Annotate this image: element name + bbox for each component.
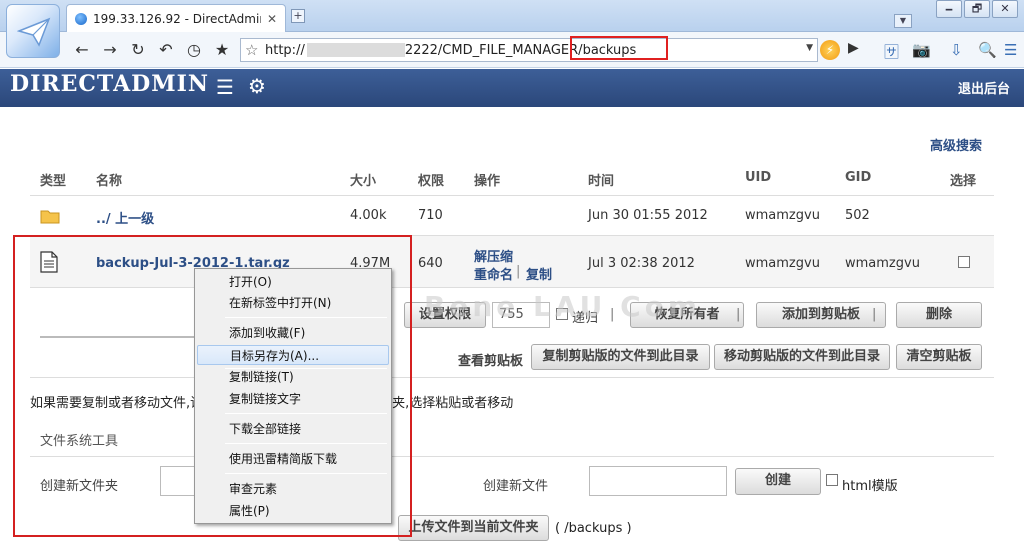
- action-separator: |: [736, 307, 741, 322]
- move-clipboard-here-button[interactable]: 移动剪贴版的文件到此目录: [714, 344, 890, 370]
- row-uid: wmamzgvu: [745, 208, 820, 223]
- lightning-icon[interactable]: ⚡: [820, 40, 840, 60]
- select-checkbox[interactable]: [958, 256, 970, 268]
- undo-icon[interactable]: ↶: [156, 40, 176, 60]
- row-gid: 502: [845, 208, 870, 223]
- row-size: 4.00k: [350, 208, 387, 223]
- directadmin-logo[interactable]: DIRECTADMIN: [10, 71, 209, 97]
- directadmin-header: DIRECTADMIN ☰ ⚙ 退出后台: [0, 69, 1024, 107]
- copy-clipboard-here-button[interactable]: 复制剪贴版的文件到此目录: [531, 344, 710, 370]
- col-actions: 操作: [474, 174, 501, 189]
- favorites-star-icon[interactable]: ★: [212, 40, 232, 60]
- forward-arrow-icon[interactable]: →: [100, 40, 120, 60]
- address-dropdown-icon[interactable]: ▼: [806, 43, 813, 53]
- browser-titlebar: 199.33.126.92 - DirectAdmin v... ✕ + ▼ 🗕…: [0, 0, 1024, 32]
- row-time: Jun 30 01:55 2012: [588, 208, 708, 223]
- restore-button[interactable]: 🗗: [964, 0, 990, 18]
- ctx-separator: [225, 317, 387, 318]
- translate-icon[interactable]: 🈂: [884, 41, 899, 62]
- address-redacted-host: [306, 43, 405, 57]
- refresh-icon[interactable]: ↻: [128, 40, 148, 60]
- rename-link[interactable]: 重命名: [474, 264, 513, 283]
- ctx-copy-link[interactable]: 复制链接(T): [197, 367, 389, 387]
- copy-link[interactable]: 复制: [526, 264, 552, 283]
- logout-link[interactable]: 退出后台: [958, 78, 1010, 97]
- ctx-save-target-as[interactable]: 目标另存为(A)...: [197, 345, 389, 365]
- browser-tab[interactable]: 199.33.126.92 - DirectAdmin v... ✕: [66, 4, 286, 32]
- menu-icon[interactable]: ☰: [1004, 41, 1017, 59]
- col-type: 类型: [40, 174, 67, 189]
- back-arrow-icon[interactable]: ←: [72, 40, 92, 60]
- watermark: Bene LAU Com: [424, 290, 702, 323]
- html-template-checkbox[interactable]: [826, 474, 838, 486]
- paper-plane-icon: [17, 17, 51, 47]
- file-table-header: 类型 名称 大小 权限 操作 时间 UID GID 选择: [30, 160, 994, 196]
- advanced-search-link[interactable]: 高级搜索: [930, 135, 982, 154]
- op-separator: |: [516, 264, 521, 279]
- ctx-open-new-tab[interactable]: 在新标签中打开(N): [197, 293, 389, 313]
- create-file-label: 创建新文件: [483, 479, 549, 494]
- parent-folder-link[interactable]: ../ 上一级: [96, 208, 154, 227]
- action-separator: |: [872, 307, 877, 322]
- new-tab-button[interactable]: +: [291, 9, 305, 23]
- ctx-open[interactable]: 打开(O): [197, 272, 389, 292]
- row-permission: 640: [418, 256, 443, 271]
- add-to-clipboard-button[interactable]: 添加到剪贴板: [756, 302, 886, 328]
- zoom-icon[interactable]: 🔍: [978, 41, 997, 59]
- download-icon[interactable]: ⇩: [950, 41, 963, 59]
- col-size[interactable]: 大小: [350, 170, 376, 189]
- ctx-separator: [225, 413, 387, 414]
- col-name[interactable]: 名称: [96, 170, 122, 189]
- browser-toolbar: ← → ↻ ↶ ◷ ★ ☆ http:// 2222/CMD_FILE_MANA…: [0, 32, 1024, 68]
- col-permission: 权限: [418, 174, 445, 189]
- tab-list-chevron-icon[interactable]: ▼: [894, 14, 912, 28]
- minimize-button[interactable]: 🗕: [936, 0, 962, 18]
- html-template-label: html模版: [842, 479, 898, 494]
- ctx-download-all-links[interactable]: 下载全部链接: [197, 419, 389, 439]
- address-annotation-highlight: [570, 36, 668, 60]
- delete-button[interactable]: 删除: [896, 302, 982, 328]
- globe-icon: [75, 12, 87, 25]
- ctx-separator: [225, 443, 387, 444]
- row-permission: 710: [418, 208, 443, 223]
- go-play-icon[interactable]: ▶: [848, 40, 859, 56]
- ctx-properties[interactable]: 属性(P): [197, 501, 389, 521]
- screenshot-camera-icon[interactable]: 📷: [912, 41, 931, 59]
- address-scheme: http://: [265, 42, 305, 58]
- upload-path: ( /backups ): [555, 521, 632, 536]
- col-select: 选择: [950, 174, 977, 189]
- hamburger-menu-icon[interactable]: ☰: [216, 75, 234, 99]
- bookmark-star-icon[interactable]: ☆: [245, 41, 265, 59]
- history-clock-icon[interactable]: ◷: [184, 40, 204, 60]
- ctx-separator: [225, 473, 387, 474]
- close-window-button[interactable]: ✕: [992, 0, 1018, 18]
- extract-link[interactable]: 解压缩: [474, 246, 513, 265]
- window-controls: 🗕 🗗 ✕: [936, 0, 1018, 18]
- col-time[interactable]: 时间: [588, 170, 614, 189]
- ctx-thunder-download[interactable]: 使用迅雷精简版下载: [197, 449, 389, 469]
- tab-title: 199.33.126.92 - DirectAdmin v...: [93, 11, 261, 26]
- view-clipboard-label[interactable]: 查看剪贴板: [458, 350, 523, 369]
- address-bar[interactable]: ☆ http:// 2222/CMD_FILE_MANAGER/backups …: [240, 36, 818, 62]
- folder-icon: [40, 210, 60, 224]
- ctx-add-favorite[interactable]: 添加到收藏(F): [197, 323, 389, 343]
- ctx-copy-link-text[interactable]: 复制链接文字: [197, 389, 389, 409]
- create-file-input[interactable]: [589, 466, 727, 496]
- context-menu: 打开(O) 在新标签中打开(N) 添加到收藏(F) 目标另存为(A)... 复制…: [194, 268, 392, 524]
- ctx-inspect-element[interactable]: 审查元素: [197, 479, 389, 499]
- table-row: ../ 上一级 4.00k 710 Jun 30 01:55 2012 wmam…: [30, 196, 994, 236]
- row-time: Jul 3 02:38 2012: [588, 256, 695, 271]
- row-uid: wmamzgvu: [745, 256, 820, 271]
- browser-logo-icon[interactable]: [6, 4, 60, 58]
- create-file-button[interactable]: 创建: [735, 468, 821, 495]
- col-uid: UID: [745, 170, 772, 185]
- col-gid: GID: [845, 170, 872, 185]
- row-gid: wmamzgvu: [845, 256, 920, 271]
- upload-button[interactable]: 上传文件到当前文件夹: [398, 515, 549, 541]
- gear-icon[interactable]: ⚙: [248, 74, 266, 98]
- clear-clipboard-button[interactable]: 清空剪贴板: [896, 344, 982, 370]
- close-tab-icon[interactable]: ✕: [267, 12, 277, 26]
